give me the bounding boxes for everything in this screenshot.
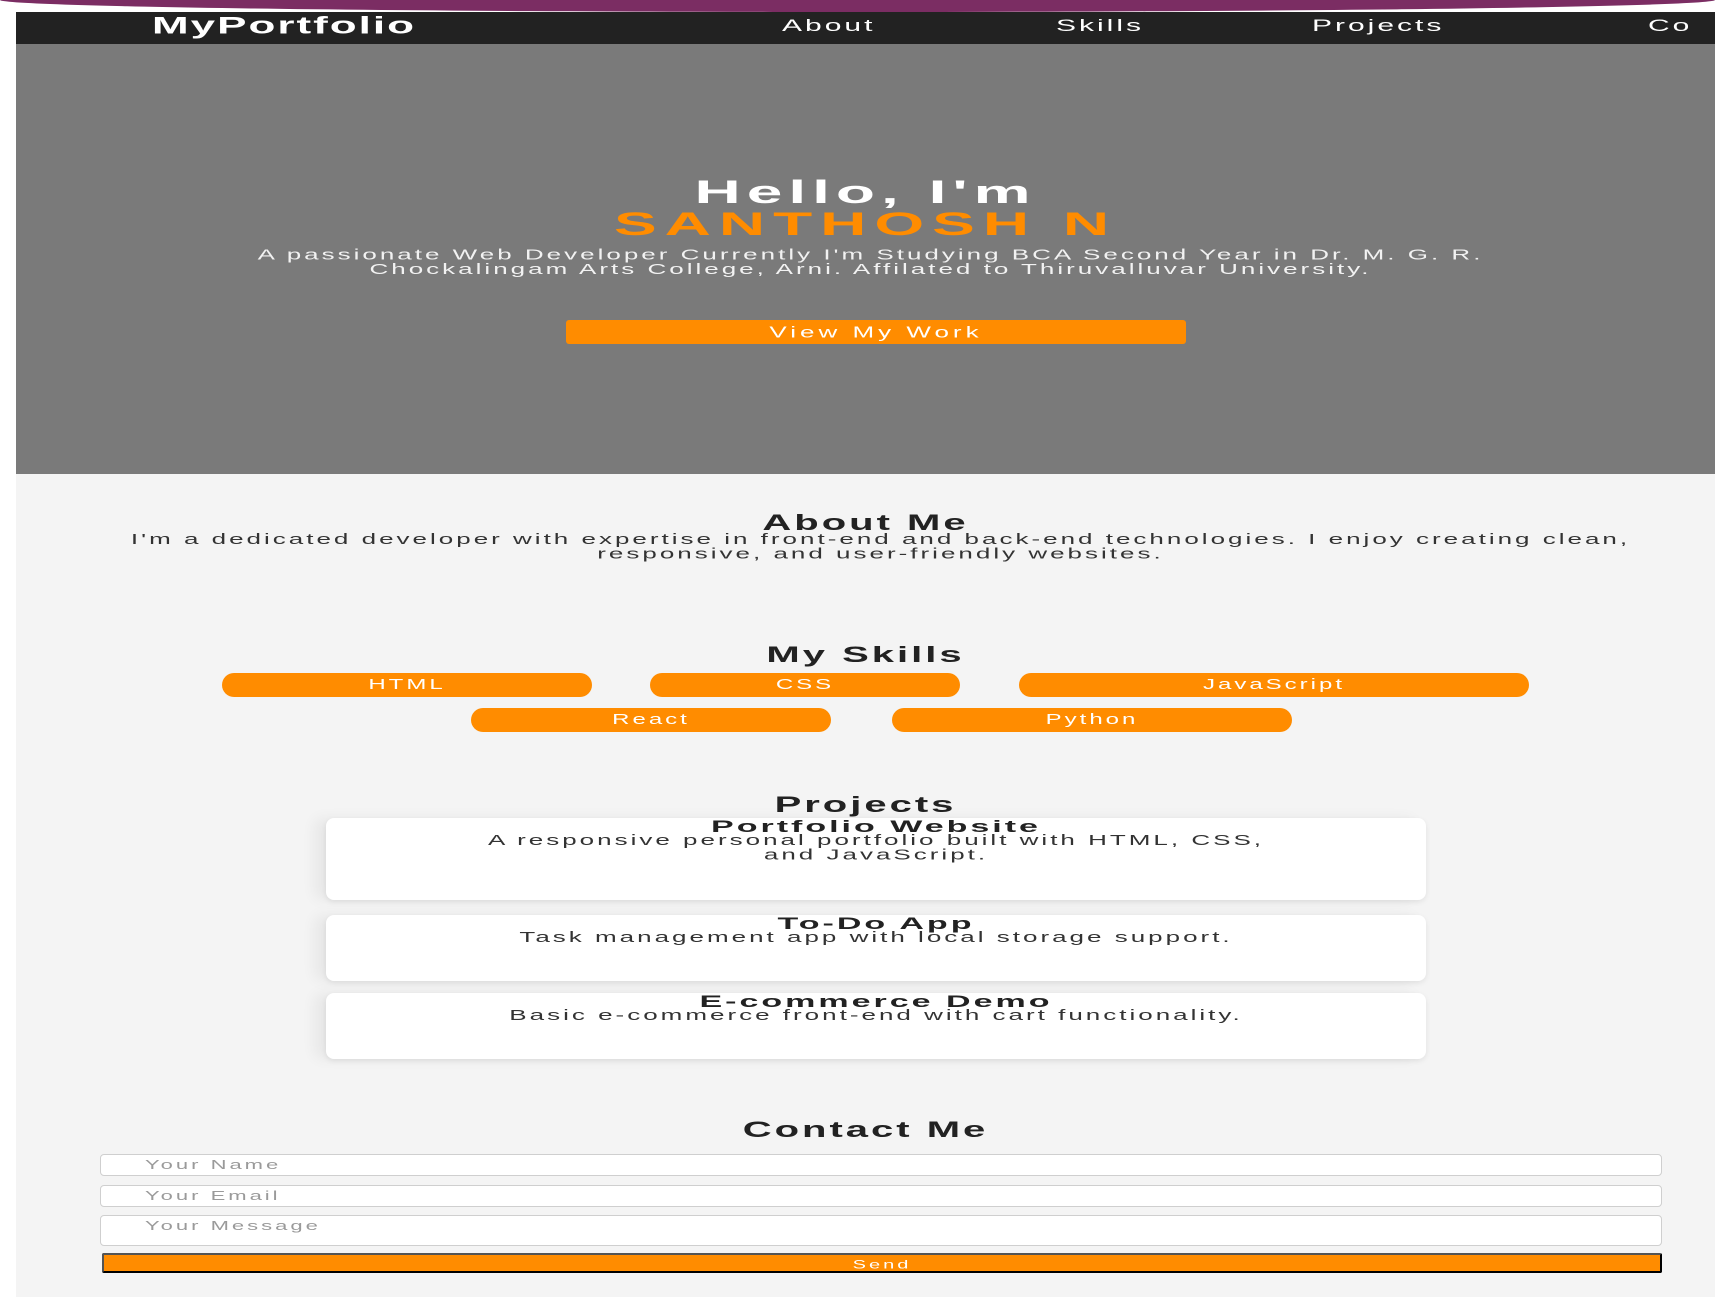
about-text: I'm a dedicated developer with expertise… <box>130 530 1631 562</box>
skill-label: HTML <box>368 676 446 693</box>
project-card[interactable]: Portfolio Website A responsive personal … <box>326 818 1426 900</box>
skill-label: CSS <box>775 676 835 693</box>
message-textarea[interactable]: Your Message <box>100 1215 1662 1246</box>
email-input[interactable]: Your Email <box>100 1185 1662 1207</box>
project-card[interactable]: To-Do App Task management app with local… <box>326 915 1426 981</box>
skill-tag-python: Python <box>892 708 1292 732</box>
portfolio-page: MyPortfolio About Skills Projects Co Hel… <box>16 12 1715 1297</box>
skill-tag-css: CSS <box>650 673 960 697</box>
name-placeholder: Your Name <box>145 1157 282 1173</box>
skill-label: React <box>612 711 690 728</box>
nav-link-contact[interactable]: Co <box>1648 17 1692 35</box>
skill-tag-html: HTML <box>222 673 592 697</box>
nav-link-skills[interactable]: Skills <box>1056 17 1144 35</box>
send-label: Send <box>852 1258 912 1272</box>
skill-label: Python <box>1045 711 1139 728</box>
project-description: A responsive personal portfolio built wi… <box>487 831 1265 863</box>
navbar: MyPortfolio About Skills Projects Co <box>16 12 1715 44</box>
send-button[interactable]: Send <box>102 1253 1662 1273</box>
window-top-accent <box>0 0 1715 12</box>
skill-tag-react: React <box>471 708 831 732</box>
nav-link-projects[interactable]: Projects <box>1312 17 1444 35</box>
project-card[interactable]: E-commerce Demo Basic e-commerce front-e… <box>326 993 1426 1059</box>
nav-link-about[interactable]: About <box>782 17 875 35</box>
message-placeholder: Your Message <box>145 1218 321 1234</box>
skill-label: JavaScript <box>1202 676 1346 693</box>
project-description: Basic e-commerce front-end with cart fun… <box>509 1006 1243 1024</box>
skills-title: My Skills <box>766 642 965 668</box>
view-my-work-button[interactable]: View My Work <box>566 320 1186 344</box>
name-input[interactable]: Your Name <box>100 1154 1662 1176</box>
contact-title: Contact Me <box>742 1117 989 1143</box>
email-placeholder: Your Email <box>145 1188 281 1204</box>
hero-section: Hello, I'm SANTHOSH N A passionate Web D… <box>16 44 1715 474</box>
projects-title: Projects <box>774 792 957 818</box>
hero-greeting: Hello, I'm <box>694 174 1037 210</box>
skill-tag-javascript: JavaScript <box>1019 673 1529 697</box>
project-description: Task management app with local storage s… <box>519 928 1233 946</box>
hero-name: SANTHOSH N <box>613 206 1118 242</box>
site-logo[interactable]: MyPortfolio <box>152 14 416 38</box>
view-my-work-label: View My Work <box>769 323 983 341</box>
hero-description: A passionate Web Developer Currently I'm… <box>257 245 1484 278</box>
